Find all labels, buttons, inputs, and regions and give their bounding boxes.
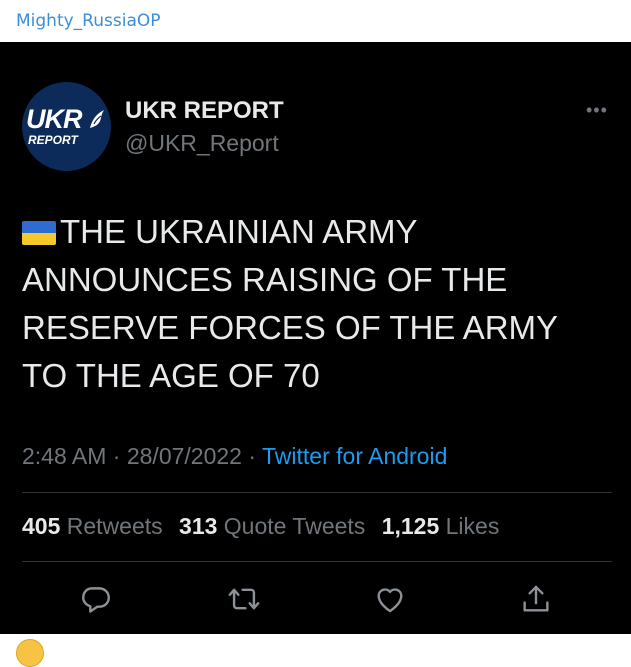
meta-separator: ·	[248, 443, 257, 469]
channel-name[interactable]: Mighty_RussiaOP	[16, 11, 161, 31]
tweet-source-link[interactable]: Twitter for Android	[262, 443, 447, 469]
tweet-text-line: RESERVE FORCES OF THE ARMY	[22, 309, 559, 346]
author-handle[interactable]: @UKR_Report	[125, 130, 279, 157]
tweet-time[interactable]: 2:48 AM	[22, 443, 106, 469]
divider	[22, 492, 612, 493]
avatar-logo-bottom: REPORT	[28, 133, 78, 147]
divider	[22, 561, 612, 562]
like-icon[interactable]	[373, 582, 407, 618]
logo-wing-icon	[90, 110, 104, 128]
reply-icon[interactable]	[79, 582, 113, 618]
tweet-meta: 2:48 AM · 28/07/2022 · Twitter for Andro…	[22, 443, 447, 470]
tweet-text-line: ANNOUNCES RAISING OF THE	[22, 261, 508, 298]
smiley-emoji-icon	[16, 639, 44, 667]
ukraine-flag-icon	[22, 221, 56, 245]
meta-separator: ·	[112, 443, 121, 469]
retweet-icon[interactable]	[227, 582, 261, 618]
tweet-text: THE UKRAINIAN ARMY ANNOUNCES RAISING OF …	[22, 208, 612, 400]
share-icon[interactable]	[519, 582, 553, 618]
tweet-date[interactable]: 28/07/2022	[127, 443, 242, 469]
retweets-stat[interactable]: 405 Retweets	[22, 513, 163, 539]
tweet-card: UKR REPORT UKR REPORT @UKR_Report ••• TH…	[0, 42, 631, 634]
author-display-name[interactable]: UKR REPORT	[125, 97, 284, 125]
avatar-logo-top: UKR	[26, 104, 82, 134]
tweet-text-line: TO THE AGE OF 70	[22, 357, 320, 394]
quote-tweets-stat[interactable]: 313 Quote Tweets	[179, 513, 365, 539]
tweet-stats: 405 Retweets 313 Quote Tweets 1,125 Like…	[22, 513, 499, 540]
more-options-icon[interactable]: •••	[586, 100, 608, 121]
avatar[interactable]: UKR REPORT	[22, 82, 111, 171]
likes-stat[interactable]: 1,125 Likes	[382, 513, 500, 539]
tweet-text-line: THE UKRAINIAN ARMY	[22, 208, 612, 256]
